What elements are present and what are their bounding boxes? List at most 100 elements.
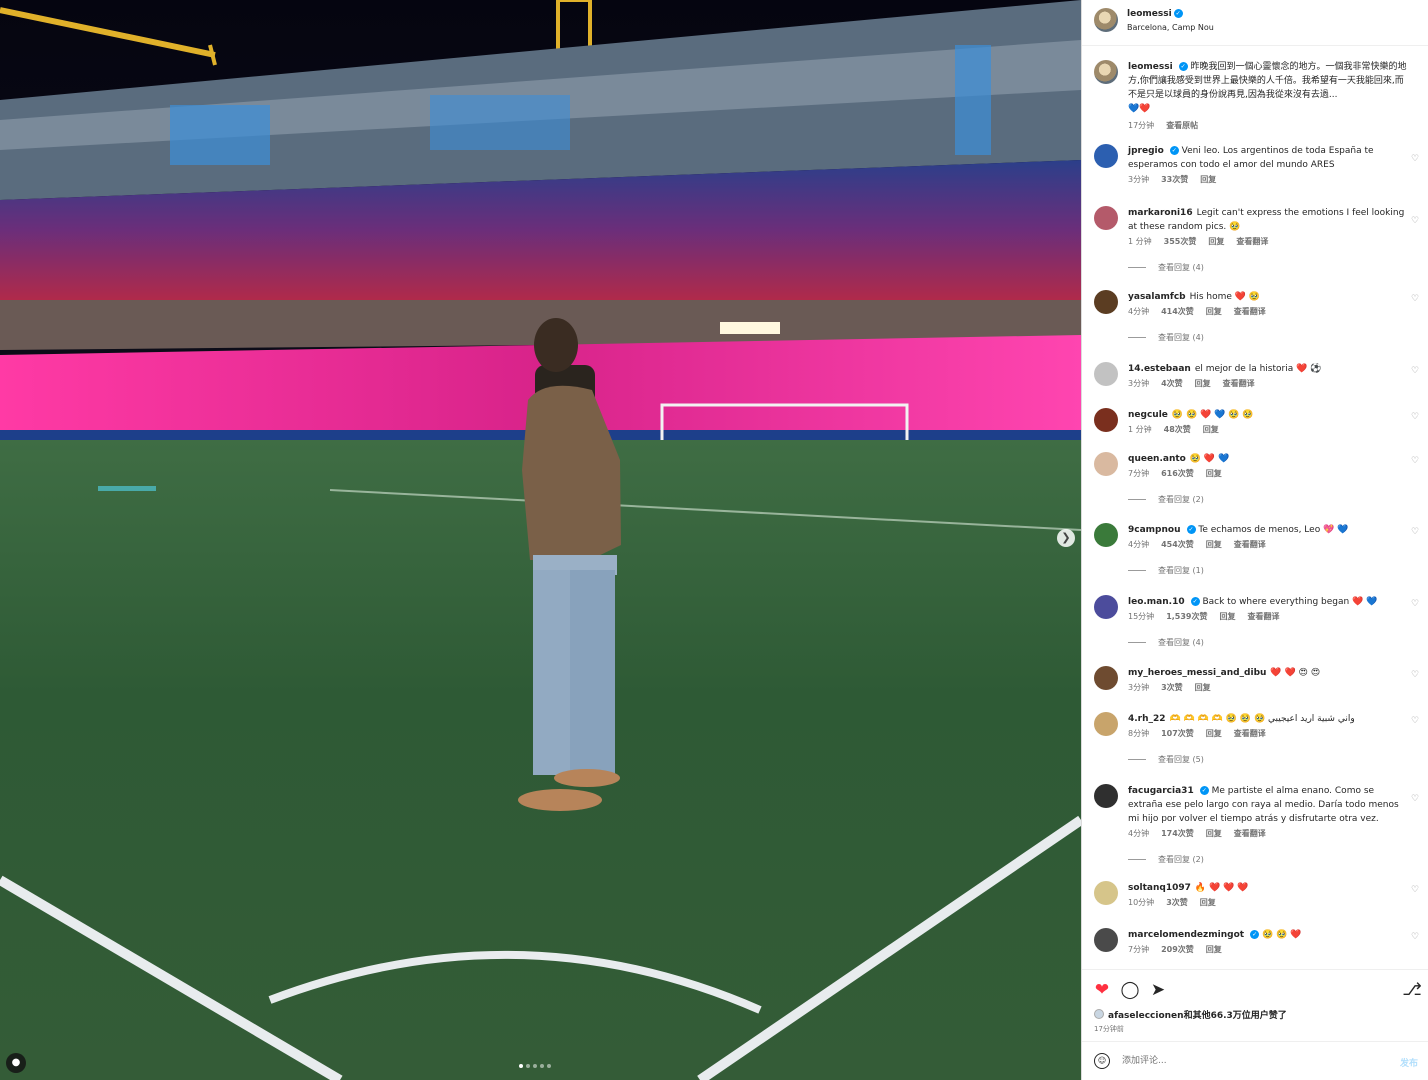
heart-icon[interactable]: ♡ xyxy=(1411,599,1421,609)
heart-icon[interactable]: ♡ xyxy=(1411,366,1421,376)
heart-icon[interactable]: ♡ xyxy=(1411,670,1421,680)
heart-icon[interactable]: ♡ xyxy=(1411,412,1421,422)
avatar[interactable] xyxy=(1094,408,1118,432)
post-location[interactable]: Barcelona, Camp Nou xyxy=(1127,23,1214,32)
comment-username[interactable]: jpregio xyxy=(1128,146,1164,156)
avatar[interactable] xyxy=(1094,712,1118,736)
heart-icon[interactable]: ♡ xyxy=(1411,216,1421,226)
avatar[interactable] xyxy=(1094,784,1118,808)
comment-username[interactable]: markaroni16 xyxy=(1128,208,1193,218)
view-replies-label[interactable]: 查看回复 (1) xyxy=(1158,566,1204,575)
avatar[interactable] xyxy=(1094,928,1118,952)
view-replies-button[interactable]: 查看回复 (4) xyxy=(1128,332,1204,343)
view-replies-label[interactable]: 查看回复 (4) xyxy=(1158,638,1204,647)
view-replies-label[interactable]: 查看回复 (5) xyxy=(1158,755,1204,764)
avatar[interactable] xyxy=(1094,290,1118,314)
caption-username[interactable]: leomessi xyxy=(1128,62,1173,72)
comment-likes[interactable]: 48次赞 xyxy=(1164,425,1191,434)
comment-likes[interactable]: 4次赞 xyxy=(1161,379,1183,388)
view-replies-button[interactable]: 查看回复 (1) xyxy=(1128,565,1204,576)
translate-button[interactable]: 查看翻译 xyxy=(1234,829,1266,838)
comment-username[interactable]: 9campnou xyxy=(1128,525,1181,535)
reply-button[interactable]: 回复 xyxy=(1206,540,1222,549)
avatar[interactable] xyxy=(1094,362,1118,386)
avatar[interactable] xyxy=(1094,8,1118,32)
comment-username[interactable]: soltanq1097 xyxy=(1128,883,1191,893)
view-replies-button[interactable]: 查看回复 (2) xyxy=(1128,854,1204,865)
comment-username[interactable]: negcule xyxy=(1128,410,1168,420)
avatar[interactable] xyxy=(1094,60,1118,84)
reply-button[interactable]: 回复 xyxy=(1195,379,1211,388)
reply-button[interactable]: 回复 xyxy=(1206,469,1222,478)
comment-likes[interactable]: 3次赞 xyxy=(1166,898,1188,907)
post-photo[interactable]: ❯ ● xyxy=(0,0,1081,1080)
heart-icon[interactable]: ♡ xyxy=(1411,154,1421,164)
reply-button[interactable]: 回复 xyxy=(1206,829,1222,838)
view-replies-button[interactable]: 查看回复 (5) xyxy=(1128,754,1204,765)
comment-likes[interactable]: 3次赞 xyxy=(1161,683,1183,692)
comment-likes[interactable]: 107次赞 xyxy=(1161,729,1194,738)
comment-username[interactable]: 4.rh_22 xyxy=(1128,714,1166,724)
comment-username[interactable]: facugarcia31 xyxy=(1128,786,1194,796)
translate-button[interactable]: 查看翻译 xyxy=(1234,540,1266,549)
translate-button[interactable]: 查看翻译 xyxy=(1236,237,1268,246)
chevron-right-icon[interactable]: ❯ xyxy=(1057,529,1075,547)
avatar[interactable] xyxy=(1094,881,1118,905)
reply-button[interactable]: 回复 xyxy=(1206,307,1222,316)
post-author[interactable]: leomessi ✓ xyxy=(1127,9,1183,19)
heart-icon[interactable]: ♡ xyxy=(1411,794,1421,804)
comments-list[interactable]: leomessi ✓ 昨晚我回到一個心靈懷念的地方。一個我非常快樂的地方,你們讓我… xyxy=(1082,46,1428,969)
translate-button[interactable]: 查看翻译 xyxy=(1234,307,1266,316)
view-replies-button[interactable]: 查看回复 (4) xyxy=(1128,637,1204,648)
bookmark-icon[interactable]: ⎇ xyxy=(1402,980,1422,1000)
comment-username[interactable]: queen.anto xyxy=(1128,454,1186,464)
comment-likes[interactable]: 355次赞 xyxy=(1164,237,1197,246)
view-replies-label[interactable]: 查看回复 (2) xyxy=(1158,495,1204,504)
avatar[interactable] xyxy=(1094,452,1118,476)
heart-icon[interactable]: ♡ xyxy=(1411,456,1421,466)
comment-likes[interactable]: 1,539次赞 xyxy=(1166,612,1207,621)
comment-username[interactable]: my_heroes_messi_and_dibu xyxy=(1128,668,1266,678)
heart-icon[interactable]: ♡ xyxy=(1411,885,1421,895)
view-replies-button[interactable]: 查看回复 (2) xyxy=(1128,494,1204,505)
reply-button[interactable]: 回复 xyxy=(1200,175,1216,184)
reply-button[interactable]: 回复 xyxy=(1206,945,1222,954)
comment-likes[interactable]: 616次赞 xyxy=(1161,469,1194,478)
see-original-button[interactable]: 查看原帖 xyxy=(1166,121,1198,130)
comment-likes[interactable]: 33次赞 xyxy=(1161,175,1188,184)
heart-icon[interactable]: ♡ xyxy=(1411,932,1421,942)
likes-count[interactable]: 和其他66.3万位用户赞了 xyxy=(1184,1011,1287,1021)
avatar[interactable] xyxy=(1094,666,1118,690)
heart-icon[interactable]: ♡ xyxy=(1411,527,1421,537)
likes-summary[interactable]: afaseleccionen和其他66.3万位用户赞了 xyxy=(1094,1008,1287,1021)
reply-button[interactable]: 回复 xyxy=(1200,898,1216,907)
heart-icon[interactable]: ♡ xyxy=(1411,294,1421,304)
view-replies-label[interactable]: 查看回复 (4) xyxy=(1158,333,1204,342)
heart-icon[interactable]: ❤ xyxy=(1092,980,1112,1000)
comment-username[interactable]: leo.man.10 xyxy=(1128,597,1185,607)
comment-input[interactable] xyxy=(1122,1051,1382,1071)
comment-likes[interactable]: 209次赞 xyxy=(1161,945,1194,954)
emoji-icon[interactable]: ☺ xyxy=(1094,1053,1110,1069)
likes-user[interactable]: afaseleccionen xyxy=(1108,1011,1184,1021)
comment-username[interactable]: marcelomendezmingot xyxy=(1128,930,1244,940)
comment-likes[interactable]: 454次赞 xyxy=(1161,540,1194,549)
translate-button[interactable]: 查看翻译 xyxy=(1234,729,1266,738)
view-replies-label[interactable]: 查看回复 (2) xyxy=(1158,855,1204,864)
comment-username[interactable]: 14.estebaan xyxy=(1128,364,1191,374)
reply-button[interactable]: 回复 xyxy=(1195,683,1211,692)
share-icon[interactable]: ➤ xyxy=(1148,980,1168,1000)
comment-likes[interactable]: 174次赞 xyxy=(1161,829,1194,838)
comment-likes[interactable]: 414次赞 xyxy=(1161,307,1194,316)
avatar[interactable] xyxy=(1094,144,1118,168)
reply-button[interactable]: 回复 xyxy=(1220,612,1236,621)
avatar[interactable] xyxy=(1094,595,1118,619)
translate-button[interactable]: 查看翻译 xyxy=(1248,612,1280,621)
user-tag-icon[interactable]: ● xyxy=(6,1053,26,1073)
reply-button[interactable]: 回复 xyxy=(1208,237,1224,246)
reply-button[interactable]: 回复 xyxy=(1203,425,1219,434)
translate-button[interactable]: 查看翻译 xyxy=(1223,379,1255,388)
comment-icon[interactable]: ◯ xyxy=(1120,980,1140,1000)
avatar[interactable] xyxy=(1094,206,1118,230)
reply-button[interactable]: 回复 xyxy=(1206,729,1222,738)
